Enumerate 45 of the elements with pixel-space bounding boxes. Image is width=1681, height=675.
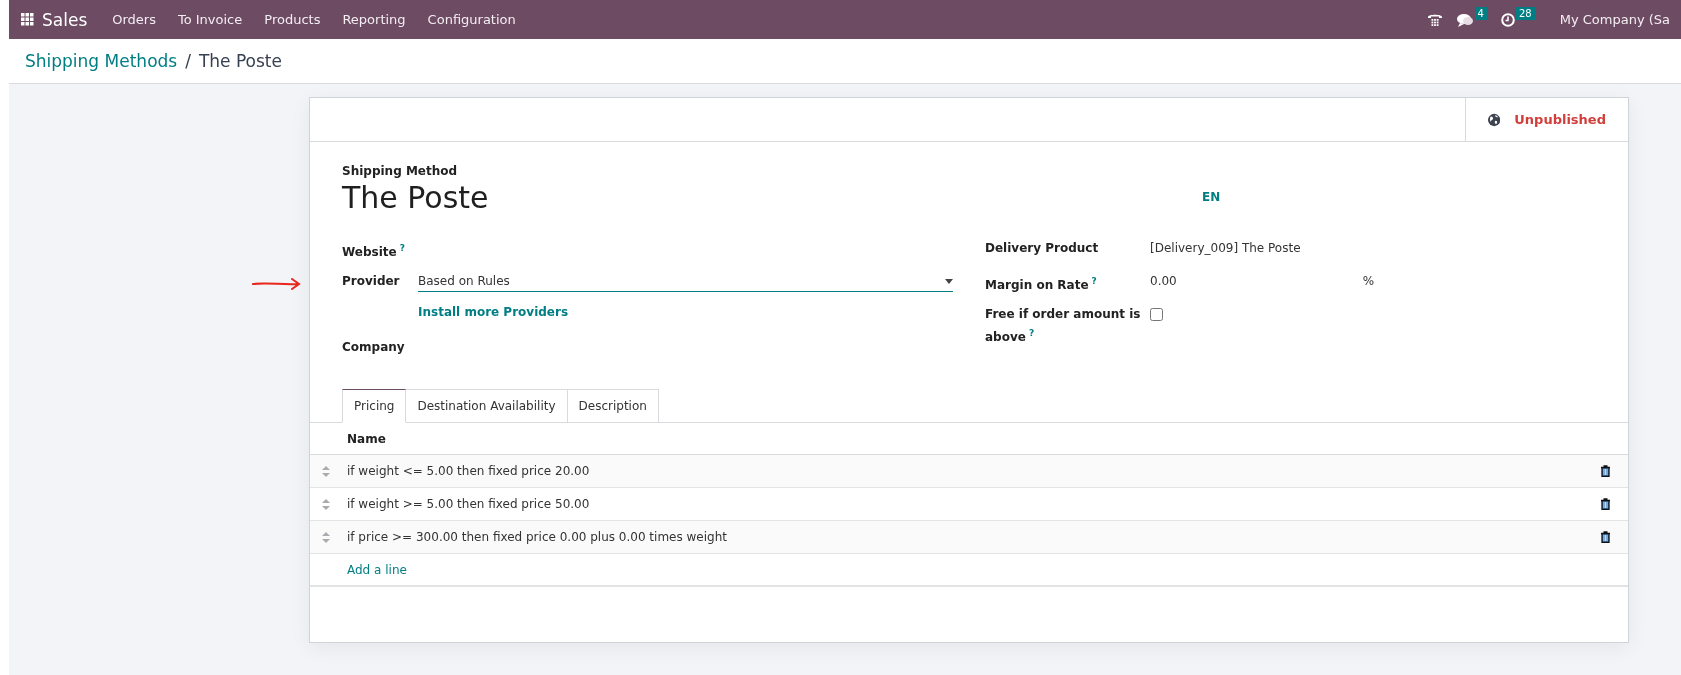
breadcrumb-separator: / [185, 51, 191, 71]
caret-icon [945, 278, 953, 284]
tab[interactable]: Pricing [342, 389, 407, 423]
checkbox[interactable] [1150, 308, 1163, 321]
menu-item[interactable]: Products [253, 12, 332, 27]
trash-icon[interactable] [1600, 531, 1611, 543]
chat-icon[interactable] [1456, 12, 1474, 27]
column-header: Name [347, 431, 386, 446]
menu-item[interactable]: Orders [101, 12, 167, 27]
breadcrumb-link[interactable]: Shipping Methods [25, 51, 178, 71]
field-label: Margin on Rate $^{?}$ [985, 275, 1098, 294]
table-cell[interactable]: if weight >= 5.00 then fixed price 50.00 [347, 497, 1600, 511]
company-switcher[interactable]: My Company (Sa [1548, 12, 1681, 27]
field-label: Company [342, 339, 406, 356]
language-button[interactable]: EN [1202, 189, 1221, 204]
field-label: Free if order amount is above $^{?}$ [985, 306, 1142, 346]
message-count: 4 [1474, 7, 1487, 20]
drag-handle-icon[interactable] [322, 465, 330, 477]
menu-item[interactable]: Reporting [331, 12, 417, 27]
activity-count: 28 [1515, 7, 1535, 20]
apps-menu-icon[interactable] [21, 13, 34, 26]
menu-item[interactable]: Configuration [416, 12, 527, 27]
field-label: Provider [342, 273, 401, 290]
publish-button[interactable]: Unpublished [1465, 98, 1628, 141]
drag-handle-icon[interactable] [322, 498, 330, 510]
field-label: Website $^{?}$ [342, 242, 406, 261]
field-value[interactable]: [Delivery_009] The Poste [1150, 239, 1301, 258]
field-label: Delivery Product [985, 240, 1100, 257]
percent-unit: % [1362, 273, 1375, 290]
trash-icon[interactable] [1600, 498, 1611, 510]
record-title[interactable]: The Poste [342, 180, 1202, 215]
select-field[interactable]: Based on Rules [418, 272, 953, 292]
install-providers-link[interactable]: Install more Providers [418, 305, 569, 319]
field-label: Shipping Method [342, 164, 459, 178]
menu-item[interactable]: To Invoice [166, 12, 254, 27]
trash-icon[interactable] [1600, 465, 1611, 477]
clock-icon[interactable] [1500, 12, 1515, 27]
phone-icon[interactable] [1426, 12, 1443, 27]
add-line-link[interactable]: Add a line [347, 562, 407, 577]
breadcrumb-current: The Poste [198, 51, 282, 71]
field-value[interactable]: 0.00 [1150, 272, 1177, 291]
app-name[interactable]: Sales [34, 9, 102, 30]
tab[interactable]: Description [566, 389, 659, 423]
arrow-annotation [252, 278, 302, 290]
drag-handle-icon[interactable] [322, 531, 330, 543]
